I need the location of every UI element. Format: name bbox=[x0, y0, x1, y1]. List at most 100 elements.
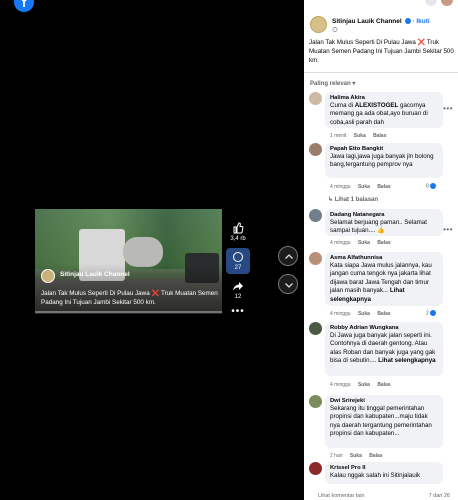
comment-text: Kata siapa Jawa mulus jalannya, kau jang… bbox=[330, 262, 432, 303]
reply-arrow-icon: ↳ bbox=[328, 197, 335, 203]
comment-time[interactable]: 4 minggu bbox=[330, 311, 351, 317]
comment-count: 27 bbox=[234, 265, 242, 271]
sort-comments-dropdown[interactable]: Paling relevan ▾ bbox=[310, 80, 355, 87]
commenter-avatar[interactable] bbox=[309, 322, 322, 335]
commenter-avatar[interactable] bbox=[309, 143, 322, 156]
comment-text: Selamat berjuang paman.. Selamat sampai … bbox=[330, 219, 427, 235]
comment-author[interactable]: Robby Adrian Wungkana bbox=[330, 325, 438, 331]
comment-text: Jawa lagi,jawa juga banyak jln bolong ba… bbox=[330, 153, 434, 169]
comment-text: Kalau nggak salah ini Sitinjalauik bbox=[330, 472, 421, 479]
comment-like-button[interactable]: Suka bbox=[350, 453, 362, 459]
more-options-icon[interactable]: ••• bbox=[226, 306, 250, 317]
comment-actions: 4 minggu Suka Balas bbox=[330, 240, 397, 246]
share-action[interactable]: 12 bbox=[226, 280, 250, 300]
comment-reply-button[interactable]: Balas bbox=[373, 133, 386, 139]
comments-panel: Sitinjau Lauik Channel · Ikuti Jalan Tak… bbox=[304, 0, 458, 500]
commenter-avatar[interactable] bbox=[309, 209, 322, 222]
comment-actions: 2 hari Suka Balas bbox=[330, 453, 389, 459]
commenter-avatar[interactable] bbox=[309, 252, 322, 265]
comment-reply-button[interactable]: Balas bbox=[369, 453, 382, 459]
comment-text: Sekarang itu tinggal pemerintahan propin… bbox=[330, 405, 432, 438]
view-replies-link[interactable]: ↳ Lihat 1 balasan bbox=[328, 196, 378, 203]
share-icon bbox=[233, 282, 243, 291]
comment-like-button[interactable]: Suka bbox=[358, 240, 370, 246]
comment-actions: 1 menit Suka Balas bbox=[330, 133, 392, 139]
like-reaction-icon bbox=[430, 183, 437, 189]
comment-author[interactable]: Dadang Natanegara bbox=[330, 212, 438, 218]
video-frame-tank bbox=[123, 237, 163, 267]
commenter-avatar[interactable] bbox=[309, 395, 322, 408]
profile-avatar[interactable] bbox=[441, 0, 453, 6]
comment-time[interactable]: 4 minggu bbox=[330, 240, 351, 246]
comment-time[interactable]: 4 minggu bbox=[330, 382, 351, 388]
comment-author[interactable]: Asma Alfathunnisa bbox=[330, 255, 438, 261]
comment-like-button[interactable]: Suka bbox=[358, 382, 370, 388]
verified-badge-icon bbox=[404, 18, 411, 25]
see-more-link[interactable]: Lihat selengkapnya bbox=[378, 357, 435, 364]
share-count: 12 bbox=[234, 294, 242, 300]
comment-author[interactable]: Dwi Srirejeki bbox=[330, 398, 438, 404]
comment-reply-button[interactable]: Balas bbox=[377, 240, 390, 246]
like-count: 3,4 rb bbox=[230, 236, 246, 242]
notifications-icon[interactable] bbox=[425, 0, 437, 6]
next-video-button[interactable] bbox=[278, 274, 298, 294]
commenter-avatar[interactable] bbox=[309, 92, 322, 105]
comment-time[interactable]: 1 menit bbox=[330, 133, 346, 139]
comments-footer: Lihat komentar lain 7 dari 26 bbox=[304, 493, 458, 500]
post-author-line: Sitinjau Lauik Channel · Ikuti bbox=[332, 18, 430, 25]
comment-text: Cuma di ALEXISTOGEL gacornya memang ga a… bbox=[330, 102, 428, 126]
video-area: f Sitinjau Lauik Channel Jalan Tak Mulus… bbox=[0, 0, 304, 500]
video-caption: Jalan Tak Mulus Seperti Di Pulau Jawa ❌ … bbox=[41, 289, 219, 307]
comment-bubble: Krissel Pro II Kalau nggak salah ini Sit… bbox=[325, 462, 443, 484]
like-reaction-icon bbox=[430, 310, 437, 316]
comment-more-icon[interactable]: ••• bbox=[443, 104, 453, 113]
facebook-logo-icon[interactable]: f bbox=[14, 0, 34, 12]
video-channel-name[interactable]: Sitinjau Lauik Channel bbox=[60, 271, 130, 278]
view-more-comments-link[interactable]: Lihat komentar lain bbox=[318, 493, 364, 499]
comment-bubble: Papah Etto Bangkit Jawa lagi,jawa juga b… bbox=[325, 143, 443, 178]
page-avatar[interactable] bbox=[310, 16, 327, 33]
comment-time[interactable]: 4 minggu bbox=[330, 184, 351, 190]
comment-author[interactable]: Halima Akira bbox=[330, 95, 438, 101]
globe-icon bbox=[332, 27, 338, 32]
comment-bubble: Halima Akira Cuma di ALEXISTOGEL gacorny… bbox=[325, 92, 443, 128]
comment-bubble: Asma Alfathunnisa Kata siapa Jawa mulus … bbox=[325, 252, 443, 306]
comment-more-icon[interactable]: ••• bbox=[443, 225, 453, 234]
thumbs-up-icon bbox=[233, 222, 244, 234]
comment-actions: 4 minggu Suka Balas bbox=[330, 311, 397, 317]
comment-author[interactable]: Krissel Pro II bbox=[330, 465, 438, 471]
follow-button[interactable]: · Ikuti bbox=[412, 18, 429, 25]
commenter-avatar[interactable] bbox=[309, 462, 322, 475]
comment-bubble: Dadang Natanegara Selamat berjuang paman… bbox=[325, 209, 443, 236]
comment-reactions[interactable]: 8 bbox=[426, 183, 437, 189]
comment-like-button[interactable]: Suka bbox=[358, 184, 370, 190]
comment-actions: 4 minggu Suka Balas bbox=[330, 184, 397, 190]
comment-text: Di Jawa juga banyak jalan seperti ini. C… bbox=[330, 332, 436, 365]
comment-reactions[interactable]: 2 bbox=[426, 310, 437, 316]
comment-time[interactable]: 2 hari bbox=[330, 453, 343, 459]
previous-video-button[interactable] bbox=[278, 246, 298, 266]
comment-action[interactable]: 27 bbox=[226, 248, 250, 274]
cross-mark-icon: ❌ bbox=[151, 290, 160, 297]
chevron-down-icon bbox=[285, 283, 293, 288]
comment-icon bbox=[233, 252, 243, 262]
comment-bubble: Robby Adrian Wungkana Di Jawa juga banya… bbox=[325, 322, 443, 376]
chevron-up-icon bbox=[285, 254, 293, 259]
comment-count-indicator: 7 dari 26 bbox=[428, 493, 450, 499]
comment-author[interactable]: Papah Etto Bangkit bbox=[330, 146, 438, 152]
video-progress-bar[interactable] bbox=[35, 311, 222, 313]
video-caption-pre: Jalan Tak Mulus Seperti Di Pulau Jawa bbox=[41, 290, 150, 297]
video-channel-avatar[interactable] bbox=[41, 269, 55, 283]
comment-like-button[interactable]: Suka bbox=[358, 311, 370, 317]
comment-like-button[interactable]: Suka bbox=[354, 133, 366, 139]
comment-reply-button[interactable]: Balas bbox=[377, 382, 390, 388]
post-author[interactable]: Sitinjau Lauik Channel bbox=[332, 18, 402, 25]
comment-actions: 4 minggu Suka Balas bbox=[330, 382, 397, 388]
comment-reply-button[interactable]: Balas bbox=[377, 311, 390, 317]
comment-reply-button[interactable]: Balas bbox=[377, 184, 390, 190]
video-viewer: f Sitinjau Lauik Channel Jalan Tak Mulus… bbox=[0, 0, 458, 500]
post-caption: Jalan Tak Mulus Seperti Di Pulau Jawa ❌ … bbox=[309, 39, 454, 64]
video-player[interactable]: Sitinjau Lauik Channel Jalan Tak Mulus S… bbox=[35, 209, 222, 314]
action-rail: 3,4 rb 27 12 ••• bbox=[226, 222, 250, 323]
like-action[interactable]: 3,4 rb bbox=[226, 222, 250, 242]
